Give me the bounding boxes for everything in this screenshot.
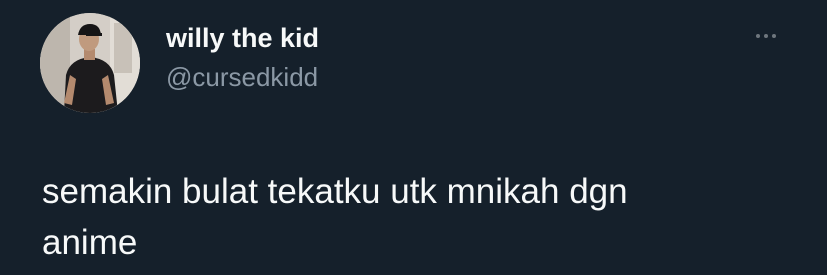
avatar[interactable] (40, 13, 140, 113)
avatar-photo (40, 13, 140, 113)
more-options-icon[interactable] (746, 26, 786, 46)
author-display-name[interactable]: willy the kid (166, 22, 319, 54)
author-handle[interactable]: @cursedkidd (166, 61, 318, 93)
dot (756, 34, 760, 38)
tweet-text: semakin bulat tekatku utk mnikah dgn ani… (42, 172, 628, 262)
tweet-card[interactable]: willy the kid @cursedkidd semakin bulat … (0, 0, 827, 275)
dot (764, 34, 768, 38)
dot (772, 34, 776, 38)
